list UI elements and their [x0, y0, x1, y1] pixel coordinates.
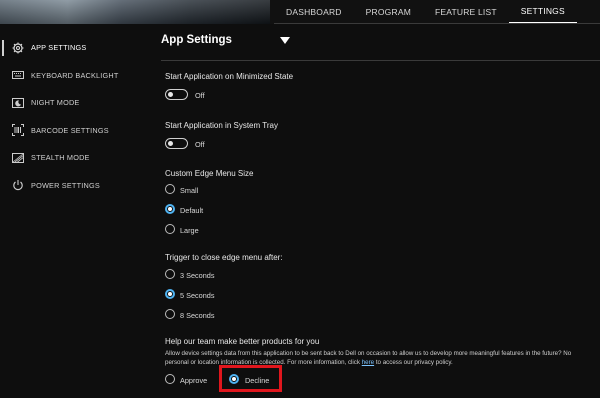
start-tray-toggle[interactable] — [165, 138, 188, 149]
sidebar-item-app-settings[interactable]: APP SETTINGS — [0, 34, 150, 62]
radio-small[interactable] — [165, 184, 175, 194]
tab-program[interactable]: PROGRAM — [354, 0, 423, 24]
sidebar-item-night-mode[interactable]: NIGHT MODE — [0, 89, 150, 117]
main-content: App Settings Start Application on Minimi… — [150, 24, 600, 398]
radio-label-3-seconds: 3 Seconds — [180, 271, 215, 280]
power-icon — [12, 179, 24, 191]
radio-decline[interactable] — [229, 374, 239, 384]
radio-label-default: Default — [180, 206, 204, 215]
sidebar-item-stealth-mode[interactable]: STEALTH MODE — [0, 144, 150, 172]
sidebar-item-power-settings[interactable]: POWER SETTINGS — [0, 172, 150, 200]
toggle-knob — [168, 92, 173, 97]
privacy-link[interactable]: here — [362, 359, 374, 366]
radio-label-decline: Decline — [245, 376, 270, 385]
start-minimized-label: Start Application on Minimized State — [165, 72, 294, 81]
sidebar-item-label: KEYBOARD BACKLIGHT — [31, 70, 119, 80]
page-header: App Settings — [161, 34, 232, 46]
chevron-down-icon[interactable] — [280, 37, 290, 44]
feedback-desc-tail: to access our privacy policy. — [374, 359, 453, 366]
trigger-label: Trigger to close edge menu after: — [165, 253, 283, 262]
radio-large[interactable] — [165, 224, 175, 234]
radio-8-seconds[interactable] — [165, 309, 175, 319]
toggle-knob — [168, 141, 173, 146]
feedback-label: Help our team make better products for y… — [165, 337, 320, 346]
header-divider — [161, 60, 600, 61]
sidebar-item-label: STEALTH MODE — [31, 153, 90, 163]
sidebar-item-barcode-settings[interactable]: BARCODE SETTINGS — [0, 117, 150, 145]
start-tray-label: Start Application in System Tray — [165, 121, 278, 130]
sidebar-item-label: NIGHT MODE — [31, 98, 80, 108]
sidebar-item-label: APP SETTINGS — [31, 43, 87, 53]
radio-approve[interactable] — [165, 374, 175, 384]
radio-label-approve: Approve — [180, 376, 208, 385]
gear-icon — [12, 42, 24, 54]
main-tabs: DASHBOARD PROGRAM FEATURE LIST SETTINGS — [274, 0, 577, 24]
top-bar: DASHBOARD PROGRAM FEATURE LIST SETTINGS — [0, 0, 600, 24]
sidebar-item-keyboard-backlight[interactable]: KEYBOARD BACKLIGHT — [0, 62, 150, 90]
sidebar-item-label: BARCODE SETTINGS — [31, 125, 109, 135]
page-title: App Settings — [161, 34, 232, 46]
radio-default[interactable] — [165, 204, 175, 214]
radio-label-8-seconds: 8 Seconds — [180, 311, 215, 320]
tab-feature-list[interactable]: FEATURE LIST — [423, 0, 509, 24]
radio-label-5-seconds: 5 Seconds — [180, 291, 215, 300]
stealth-icon — [12, 152, 24, 164]
start-tray-state: Off — [195, 140, 205, 149]
night-mode-icon — [12, 97, 24, 109]
radio-3-seconds[interactable] — [165, 269, 175, 279]
barcode-icon — [12, 124, 24, 137]
start-minimized-state: Off — [195, 91, 205, 100]
hero-image — [0, 0, 270, 24]
start-minimized-toggle[interactable] — [165, 89, 188, 100]
menu-size-label: Custom Edge Menu Size — [165, 169, 254, 178]
sidebar: APP SETTINGS KEYBOARD BACKLIGHT NIGHT MO… — [0, 34, 150, 199]
radio-label-large: Large — [180, 226, 199, 235]
keyboard-icon — [12, 69, 24, 81]
radio-5-seconds[interactable] — [165, 289, 175, 299]
radio-label-small: Small — [180, 186, 199, 195]
tab-settings[interactable]: SETTINGS — [508, 0, 577, 24]
tab-dashboard[interactable]: DASHBOARD — [274, 0, 354, 24]
sidebar-item-label: POWER SETTINGS — [31, 180, 100, 190]
